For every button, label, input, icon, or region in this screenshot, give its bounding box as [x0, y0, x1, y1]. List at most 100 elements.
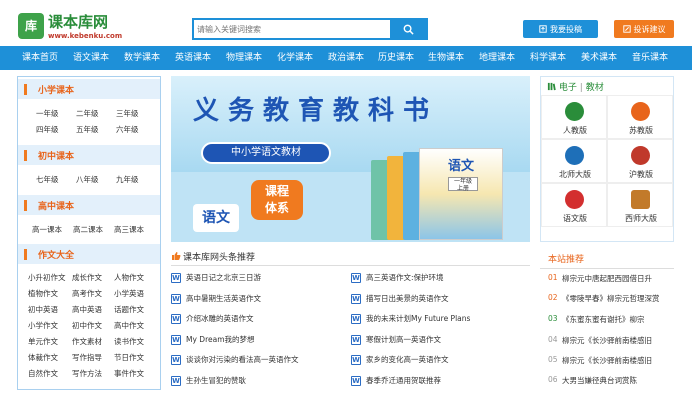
section-marker-icon	[24, 84, 27, 95]
rank-number: 04	[548, 335, 558, 344]
section-title: 初中课本	[38, 152, 75, 162]
essay-link[interactable]: 话题作文	[114, 304, 144, 315]
grade-line: 上册	[456, 185, 469, 192]
headline-text: 描写日出美景的英语作文	[366, 294, 449, 303]
grade-link[interactable]: 高一课本	[32, 224, 62, 235]
essay-link[interactable]: 植物作文	[28, 288, 58, 299]
hero-banner[interactable]: 义务教育教科书 中小学语文教材 课程 体系 语文 语文 一年级 上册	[171, 76, 530, 242]
nav-item-physics[interactable]: 物理课本	[226, 46, 262, 70]
word-doc-icon: W	[171, 314, 181, 324]
logo-book-icon: 库	[18, 13, 44, 39]
badge-line: 体系	[264, 201, 289, 215]
grade-link[interactable]: 高二课本	[73, 224, 103, 235]
essay-link[interactable]: 高中英语	[72, 304, 102, 315]
grade-link[interactable]: 八年级	[76, 174, 99, 185]
section-primary-header[interactable]: 小学课本	[18, 79, 160, 99]
site-logo[interactable]: 库 课本库网 www.kebenku.com	[18, 11, 138, 43]
headline-text: 我的未来计划My Future Plans	[366, 314, 471, 323]
essay-link[interactable]: 成长作文	[72, 272, 102, 283]
nav-item-science[interactable]: 科学课本	[530, 46, 566, 70]
grade-link[interactable]: 高三课本	[114, 224, 144, 235]
banner-subtitle: 中小学语文教材	[201, 142, 331, 164]
section-title: 作文大全	[38, 251, 75, 261]
recommend-text: 大男当嫌径典台词赏陈	[562, 376, 637, 385]
nav-item-chinese[interactable]: 语文课本	[73, 46, 109, 70]
banner-title: 义务教育教科书	[193, 96, 439, 126]
grade-link[interactable]: 二年级	[76, 108, 99, 119]
headline-text: 春季乔迁通用贺联推荐	[366, 376, 441, 385]
rank-number: 02	[548, 293, 558, 302]
essay-link[interactable]: 高考作文	[72, 288, 102, 299]
essay-link[interactable]: 写作方法	[72, 368, 102, 379]
essay-link[interactable]: 小升初作文	[28, 272, 66, 283]
grade-link[interactable]: 五年级	[76, 124, 99, 135]
search-button[interactable]	[390, 20, 426, 38]
essay-link[interactable]: 节日作文	[114, 352, 144, 363]
publisher-sujiao[interactable]: 苏教版	[607, 95, 673, 139]
word-doc-icon: W	[171, 294, 181, 304]
section-junior-header[interactable]: 初中课本	[18, 145, 160, 165]
contribute-button[interactable]: 我要投稿	[523, 20, 598, 38]
essay-link[interactable]: 体裁作文	[28, 352, 58, 363]
nav-item-biology[interactable]: 生物课本	[428, 46, 464, 70]
section-essay-header[interactable]: 作文大全	[18, 244, 160, 264]
essay-link[interactable]: 初中作文	[72, 320, 102, 331]
publisher-xishida[interactable]: 西师大版	[607, 183, 673, 227]
nav-item-math[interactable]: 数学课本	[124, 46, 160, 70]
contribute-label: 我要投稿	[550, 24, 582, 34]
nav-item-english[interactable]: 英语课本	[175, 46, 211, 70]
publisher-renjiao[interactable]: 人教版	[541, 95, 607, 139]
essay-link[interactable]: 小学英语	[114, 288, 144, 299]
publisher-hujiao[interactable]: 沪教版	[607, 139, 673, 183]
essay-link[interactable]: 小学作文	[28, 320, 58, 331]
publisher-beishida[interactable]: 北师大版	[541, 139, 607, 183]
word-doc-icon: W	[351, 273, 361, 283]
headline-text: 寒假计划高一英语作文	[366, 335, 441, 344]
xishida-logo-icon	[631, 190, 650, 209]
grade-link[interactable]: 七年级	[36, 174, 59, 185]
recommend-text: 《零陵早春》柳宗元哲理深赏	[562, 294, 660, 303]
essay-link[interactable]: 写作指导	[72, 352, 102, 363]
headline-text: 介绍冰雕的英语作文	[186, 314, 254, 323]
essay-link[interactable]: 作文素材	[72, 336, 102, 347]
essay-link[interactable]: 人物作文	[114, 272, 144, 283]
essay-link[interactable]: 高中作文	[114, 320, 144, 331]
recommend-text: 柳宗元中唐起肥西园借日升	[562, 274, 652, 283]
textbook-cover-illustration: 语文 一年级 上册	[419, 148, 503, 240]
nav-item-art[interactable]: 美术课本	[581, 46, 617, 70]
essay-link[interactable]: 单元作文	[28, 336, 58, 347]
headline-text: 家乡的变化高一英语作文	[366, 355, 449, 364]
nav-item-home[interactable]: 课本首页	[22, 46, 58, 70]
renjiao-logo-icon	[565, 102, 584, 121]
complaint-button[interactable]: 投诉建议	[614, 20, 674, 38]
nav-item-geography[interactable]: 地理课本	[479, 46, 515, 70]
nav-item-politics[interactable]: 政治课本	[328, 46, 364, 70]
recommend-text: 柳宗元《长沙驿前南楼感旧	[562, 356, 652, 365]
essay-link[interactable]: 初中英语	[28, 304, 58, 315]
rank-number: 06	[548, 375, 558, 384]
category-sidebar: 小学课本 一年级 二年级 三年级 四年级 五年级 六年级 初中课本 七年级 八年…	[17, 76, 161, 390]
headline-text: 谈谈你对污染的看法高一英语作文	[186, 355, 299, 364]
section-marker-icon	[24, 150, 27, 161]
word-doc-icon: W	[171, 335, 181, 345]
section-title: 高中课本	[38, 202, 75, 212]
publisher-label: 西师大版	[625, 214, 657, 223]
nav-item-history[interactable]: 历史课本	[378, 46, 414, 70]
essay-link[interactable]: 事件作文	[114, 368, 144, 379]
publisher-panel-title: 电子 | 教材	[547, 80, 604, 93]
publisher-label: 北师大版	[559, 170, 591, 179]
essay-link[interactable]: 自然作文	[28, 368, 58, 379]
grade-link[interactable]: 六年级	[116, 124, 139, 135]
essay-link[interactable]: 读书作文	[114, 336, 144, 347]
search-input[interactable]	[194, 20, 392, 38]
section-senior-header[interactable]: 高中课本	[18, 195, 160, 215]
grade-link[interactable]: 四年级	[36, 124, 59, 135]
grade-link[interactable]: 三年级	[116, 108, 139, 119]
grade-link[interactable]: 一年级	[36, 108, 59, 119]
word-doc-icon: W	[171, 376, 181, 386]
publisher-yuwen[interactable]: 语文版	[541, 183, 607, 227]
nav-item-chemistry[interactable]: 化学课本	[277, 46, 313, 70]
nav-item-music[interactable]: 音乐课本	[632, 46, 668, 70]
sujiao-logo-icon	[631, 102, 650, 121]
grade-link[interactable]: 九年级	[116, 174, 139, 185]
